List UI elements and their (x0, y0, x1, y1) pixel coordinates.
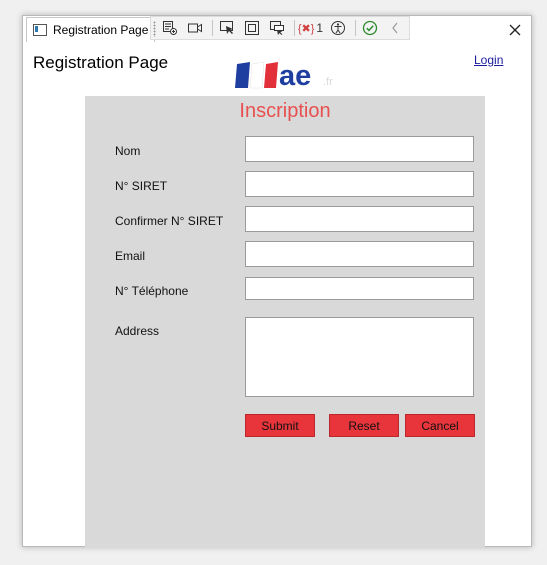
title-bar: Registration Page {✖} 1 (23, 16, 531, 46)
toolbar-separator (211, 20, 213, 36)
field-label-nom: Nom (115, 144, 141, 158)
registration-form: Inscription Nom N° SIRET Confirmer N° SI… (85, 96, 485, 548)
form-heading: Inscription (239, 100, 331, 122)
field-label-siret: N° SIRET (115, 179, 168, 193)
camera-icon[interactable] (184, 18, 206, 38)
app-window: Registration Page {✖} 1 Registration Pag… (22, 15, 532, 548)
login-link[interactable]: Login (474, 53, 503, 67)
email-input[interactable] (245, 241, 474, 267)
app-icon (33, 24, 47, 36)
check-icon[interactable] (359, 18, 381, 38)
field-label-address: Address (115, 324, 160, 338)
logo: ae .fr (235, 60, 345, 92)
address-textarea[interactable] (245, 317, 474, 397)
page-title: Registration Page (33, 53, 169, 72)
xaml-debug-toolbar: {✖} 1 (150, 16, 410, 40)
window-tab[interactable]: Registration Page (26, 17, 156, 42)
field-label-email: Email (115, 249, 146, 263)
track-focus-icon[interactable] (266, 18, 288, 38)
binding-errors-icon: {✖} (297, 22, 315, 35)
cancel-button[interactable]: Cancel (405, 414, 475, 437)
field-label-telephone: N° Téléphone (115, 284, 189, 298)
nom-input[interactable] (245, 136, 474, 162)
toolbar-separator (355, 20, 357, 36)
collapse-icon[interactable] (384, 18, 406, 38)
select-element-icon[interactable] (216, 18, 238, 38)
live-visual-tree-icon[interactable] (159, 18, 181, 38)
submit-button[interactable]: Submit (245, 414, 315, 437)
logo-text: ae (279, 60, 311, 90)
binding-errors-count: 1 (316, 21, 324, 35)
binding-errors-counter[interactable]: {✖} 1 (298, 21, 323, 35)
telephone-input[interactable] (245, 277, 474, 300)
toolbar-grip[interactable] (153, 21, 156, 37)
logo-suffix: .fr (323, 76, 333, 88)
toolbar-separator (293, 20, 295, 36)
window-title: Registration Page (53, 23, 149, 37)
display-layout-adorners-icon[interactable] (241, 18, 263, 38)
confirm-siret-input[interactable] (245, 206, 474, 232)
reset-button[interactable]: Reset (329, 414, 399, 437)
accessibility-checker-icon[interactable] (327, 18, 349, 38)
siret-input[interactable] (245, 171, 474, 197)
close-icon[interactable] (505, 20, 525, 40)
field-label-confirm-siret: Confirmer N° SIRET (115, 214, 224, 228)
